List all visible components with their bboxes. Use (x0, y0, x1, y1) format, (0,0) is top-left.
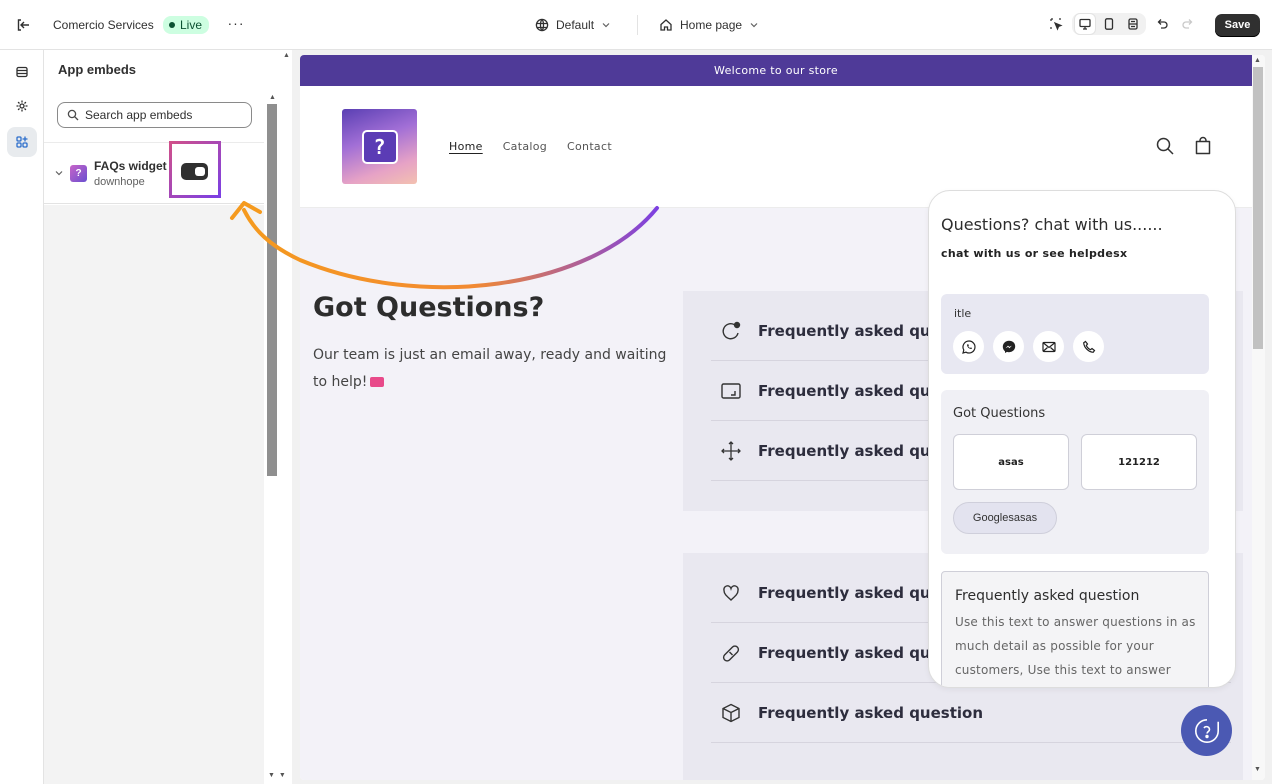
section-intro: Our team is just an email away, ready an… (313, 342, 673, 396)
link-pill-button[interactable]: Googlesasas (953, 502, 1057, 534)
announcement-bar: Welcome to our store (300, 55, 1252, 86)
chevron-down-icon (750, 23, 758, 28)
panel-scrollbar-thumb[interactable] (267, 104, 277, 476)
widget-title: Questions? chat with us...... (941, 215, 1163, 234)
live-badge-label: Live (180, 18, 203, 32)
sections-icon[interactable] (7, 57, 37, 87)
faq-question: Frequently asked question (758, 703, 984, 722)
panel-empty-area (44, 205, 264, 784)
scroll-up-arrow-icon[interactable]: ▲ (269, 94, 276, 101)
contact-buttons (953, 331, 1104, 362)
section-intro-text: Our team is just an email away, ready an… (313, 347, 667, 390)
gear-icon[interactable] (7, 91, 37, 121)
question-bubble-icon: ? (361, 129, 398, 164)
whatsapp-icon[interactable] (953, 331, 984, 362)
theme-selector[interactable]: Default (535, 15, 611, 35)
help-launcher-button[interactable] (1181, 705, 1232, 756)
messenger-icon[interactable] (993, 331, 1024, 362)
box-icon (716, 701, 746, 725)
love-letter-icon (370, 377, 385, 387)
faq-question: Frequently asked ques (758, 643, 950, 662)
live-badge: Live (163, 16, 210, 34)
dimensions-icon (716, 379, 746, 403)
faq-question: Frequently asked ques (758, 583, 950, 602)
undo-icon[interactable] (1152, 13, 1172, 35)
question-tile[interactable]: 121212 (1081, 434, 1197, 490)
home-icon (660, 19, 672, 31)
faq-question: Frequently asked ques (758, 321, 950, 340)
store-logo[interactable]: ? (342, 109, 417, 184)
search-input[interactable] (85, 108, 235, 122)
desktop-view-icon[interactable] (1075, 14, 1095, 34)
status-dot-icon (169, 22, 175, 28)
store-name: Comercio Services (53, 18, 154, 32)
contact-card-label: itle (954, 307, 972, 320)
inspector-icon[interactable] (1046, 13, 1066, 35)
search-box (57, 102, 252, 128)
preview-scrollbar-thumb[interactable] (1253, 67, 1263, 349)
question-tile[interactable]: asas (953, 434, 1069, 490)
scroll-down-arrow-icon[interactable]: ▼ (1254, 766, 1261, 773)
cart-icon[interactable] (1193, 136, 1213, 156)
faq-answer-card[interactable]: Frequently asked question Use this text … (941, 571, 1209, 687)
scroll-down-arrows-icon[interactable]: ▼▼ (268, 772, 290, 779)
globe-icon (535, 18, 549, 32)
search-icon (67, 109, 79, 121)
nav-link-home[interactable]: Home (449, 140, 483, 153)
bandage-icon (716, 641, 746, 665)
store-nav: Home Catalog Contact (449, 140, 612, 153)
embed-row-faqs-widget[interactable]: ? FAQs widget downhope (44, 142, 264, 204)
embed-developer: downhope (94, 176, 145, 188)
save-button[interactable]: Save (1215, 14, 1260, 37)
faq-answer-heading: Frequently asked question (955, 588, 1140, 604)
app-embeds-icon[interactable] (7, 127, 37, 157)
nav-link-contact[interactable]: Contact (567, 140, 612, 153)
chat-widget-panel: Questions? chat with us...... chat with … (928, 190, 1236, 688)
faq-question: Frequently asked ques (758, 441, 950, 460)
page-selector[interactable]: Home page (659, 15, 759, 35)
contact-card: itle (941, 294, 1209, 374)
embed-name: FAQs widget (94, 159, 167, 173)
fullscreen-view-icon[interactable] (1123, 14, 1143, 34)
help-icon (1194, 718, 1219, 743)
theme-label: Default (556, 18, 595, 32)
heart-icon (716, 581, 746, 605)
sidebar-scrollbar[interactable] (282, 50, 292, 784)
chat-bubble-icon (716, 319, 746, 343)
scroll-up-arrow-icon[interactable]: ▲ (1254, 57, 1261, 64)
search-icon[interactable] (1155, 136, 1175, 156)
widget-subtitle: chat with us or see helpdesx (941, 247, 1128, 260)
chevron-down-icon (602, 23, 610, 28)
email-icon[interactable] (1033, 331, 1064, 362)
questions-card-label: Got Questions (953, 406, 1046, 421)
exit-icon[interactable] (14, 16, 32, 34)
section-heading: Got Questions? (313, 292, 545, 323)
embed-toggle[interactable] (181, 163, 208, 180)
more-actions-button[interactable]: ··· (226, 15, 246, 35)
nav-link-catalog[interactable]: Catalog (503, 140, 547, 153)
editor-rail (0, 50, 44, 784)
panel-title: App embeds (58, 62, 137, 77)
chevron-down-icon[interactable] (53, 167, 65, 179)
app-embeds-panel: App embeds ? FAQs widget downhope ▲ ▲ ▼▼ (44, 50, 292, 784)
phone-icon[interactable] (1073, 331, 1104, 362)
redo-icon[interactable] (1178, 13, 1198, 35)
faq-question: Frequently asked ques (758, 381, 950, 400)
preview-scrollbar[interactable]: ▲ ▼ (1252, 55, 1265, 780)
mobile-view-icon[interactable] (1099, 14, 1119, 34)
page-label: Home page (680, 18, 743, 32)
toggle-knob (195, 167, 205, 176)
move-arrows-icon (716, 439, 746, 463)
faq-answer-body: Use this text to answer questions in as … (955, 615, 1196, 677)
questions-card: Got Questions asas 121212 Googlesasas (941, 390, 1209, 554)
app-logo-icon: ? (70, 165, 87, 182)
header-icons (1155, 136, 1213, 156)
faq-item[interactable]: Frequently asked question (711, 683, 1231, 743)
scroll-up-arrow-icon[interactable]: ▲ (283, 52, 290, 59)
topbar-divider (637, 15, 638, 35)
topbar-tools (1046, 13, 1198, 35)
editor-topbar: Comercio Services Live ··· Default Home … (0, 0, 1272, 50)
device-toggle-group (1072, 13, 1146, 35)
